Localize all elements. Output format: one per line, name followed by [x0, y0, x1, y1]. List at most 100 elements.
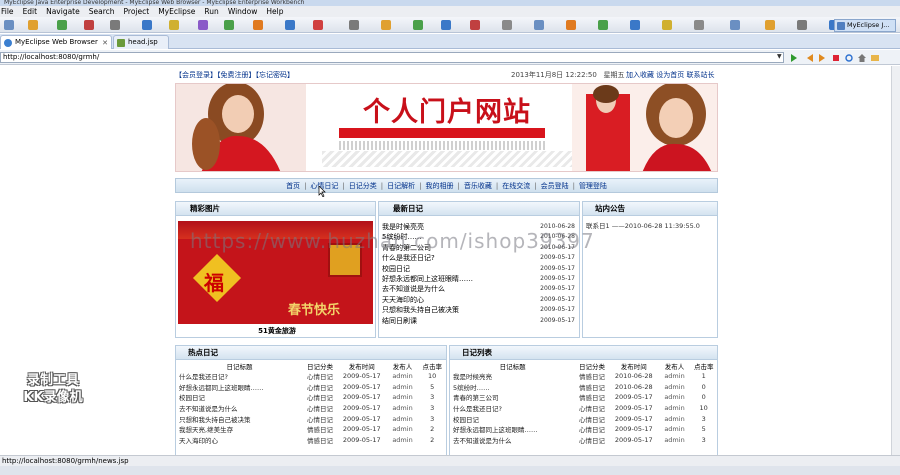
diary-title-cell[interactable]: 我想天亮,继美生存 [176, 424, 303, 435]
toolbar-button-icon[interactable] [694, 20, 705, 30]
list-item[interactable]: 去不知道说是为什么 2009-05-17 [379, 284, 579, 294]
toolbar-button-icon[interactable] [252, 20, 263, 30]
menu-navigate[interactable]: Navigate [46, 6, 80, 17]
menu-run[interactable]: Run [204, 6, 218, 17]
account-links[interactable]: 【会员登录】【免费注册】【忘记密码】 [175, 68, 294, 82]
go-icon[interactable] [790, 54, 798, 62]
favorite-links[interactable]: 加入收藏 设为首页 联系站长 [626, 68, 714, 82]
table-row[interactable]: 青春的第三公司 情感日记 2009-05-17 admin 0 [450, 392, 717, 403]
toolbar-button-icon[interactable] [797, 20, 808, 30]
nav-item[interactable]: 日记解析 [383, 181, 419, 191]
diary-title[interactable]: 天天海印的心 [382, 296, 424, 304]
tab-web-browser[interactable]: MyEclipse Web Browser ✕ [0, 35, 112, 49]
toolbar-button-icon[interactable] [630, 20, 641, 30]
nav-item[interactable]: 日记分类 [345, 181, 381, 191]
diary-title[interactable]: 好想永远都同上这班眼睛…… [382, 275, 473, 283]
nav-item[interactable]: 我的相册 [422, 181, 458, 191]
home-icon[interactable] [858, 54, 866, 62]
chevron-down-icon[interactable]: ▼ [777, 53, 782, 60]
table-row[interactable]: 我想天亮,继美生存 情感日记 2009-05-17 admin 2 [176, 424, 446, 435]
menu-window[interactable]: Window [228, 6, 258, 17]
diary-title-cell[interactable]: 我是时候亮亮 [450, 371, 575, 382]
list-item[interactable]: 只想和我头持自己被决策 2009-05-17 [379, 305, 579, 315]
menu-edit[interactable]: Edit [23, 6, 38, 17]
menu-help[interactable]: Help [266, 6, 283, 17]
toolbar-button-icon[interactable] [348, 20, 359, 30]
diary-title[interactable]: 只想和我头持自己被决策 [382, 306, 459, 314]
diary-title-cell[interactable]: 校园日记 [176, 392, 303, 403]
list-item[interactable]: 天天海印的心 2009-05-17 [379, 295, 579, 305]
toolbar-button-icon[interactable] [380, 20, 391, 30]
diary-title-cell[interactable]: 去不知道说是为什么 [450, 435, 575, 446]
photo-caption[interactable]: 51黄金旅游 [176, 326, 378, 336]
diary-title-cell[interactable]: 只想和我头持自己被决策 [176, 413, 303, 424]
toolbar-button-icon[interactable] [729, 20, 740, 30]
url-input[interactable]: http://localhost:8080/grmh/ [0, 52, 784, 63]
table-row[interactable]: 只想和我头持自己被决策 心情日记 2009-05-17 admin 3 [176, 413, 446, 424]
perspective-switcher[interactable]: MyEclipse J... [834, 19, 896, 32]
toolbar-button-icon[interactable] [110, 20, 121, 30]
page-scrollbar[interactable] [891, 66, 900, 455]
close-icon[interactable]: ✕ [102, 37, 108, 50]
table-row[interactable]: 好想永远都同上这班眼睛…… 心情日记 2009-05-17 admin 5 [176, 382, 446, 393]
notice-text[interactable]: 联系日1 ——2010-06-28 11:39:55.0 [583, 216, 717, 234]
toolbar-button-icon[interactable] [534, 20, 544, 30]
toolbar-button-icon[interactable] [598, 20, 609, 30]
table-row[interactable]: 去不知道说是为什么 心情日记 2009-05-17 admin 3 [176, 403, 446, 414]
list-item[interactable]: 校园日记 2009-05-17 [379, 264, 579, 274]
table-row[interactable]: 校园日记 心情日记 2009-05-17 admin 3 [176, 392, 446, 403]
table-row[interactable]: 天入海印的心 情感日记 2009-05-17 admin 2 [176, 435, 446, 446]
nav-item[interactable]: 在线交流 [498, 181, 534, 191]
list-item[interactable]: 什么是我还日记? 2009-05-17 [379, 253, 579, 263]
nav-item[interactable]: 会员登陆 [537, 181, 573, 191]
toolbar-button-icon[interactable] [412, 20, 423, 30]
refresh-icon[interactable] [845, 54, 853, 62]
diary-title[interactable]: 校园日记 [382, 265, 410, 273]
toolbar-button-icon[interactable] [469, 20, 480, 30]
toolbar-button-icon[interactable] [56, 20, 67, 30]
diary-title-cell[interactable]: 青春的第三公司 [450, 392, 575, 403]
table-row[interactable]: 什么是我还日记? 心情日记 2009-05-17 admin 10 [450, 403, 717, 414]
diary-title[interactable]: 什么是我还日记? [382, 254, 435, 262]
table-row[interactable]: 5缤纷时…… 情感日记 2010-06-28 admin 0 [450, 382, 717, 393]
toolbar-button-icon[interactable] [142, 20, 153, 30]
diary-title-cell[interactable]: 什么是我还日记? [450, 403, 575, 414]
toolbar-button-icon[interactable] [662, 20, 673, 30]
list-item[interactable]: 结同日刷课 2009-05-17 [379, 316, 579, 326]
menu-myeclipse[interactable]: MyEclipse [158, 6, 195, 17]
toolbar-button-icon[interactable] [441, 20, 452, 30]
stop-icon[interactable] [832, 54, 840, 62]
diary-title-cell[interactable]: 什么是我还日记? [176, 371, 303, 382]
nav-item[interactable]: 管理登陆 [575, 181, 611, 191]
toolbar-button-icon[interactable] [3, 20, 14, 30]
table-row[interactable]: 我是时候亮亮 情感日记 2010-06-28 admin 1 [450, 371, 717, 382]
toolbar-button-icon[interactable] [284, 20, 295, 30]
menu-project[interactable]: Project [124, 6, 150, 17]
toolbar-button-icon[interactable] [28, 20, 39, 30]
list-item[interactable]: 好想永远都同上这班眼睛…… 2009-05-17 [379, 274, 579, 284]
toolbar-button-icon[interactable] [224, 20, 235, 30]
tab-head-jsp[interactable]: head.jsp [113, 35, 169, 49]
back-icon[interactable] [806, 54, 814, 62]
toolbar-button-icon[interactable] [501, 20, 512, 30]
diary-title-cell[interactable]: 校园日记 [450, 413, 575, 424]
toolbar-button-icon[interactable] [313, 20, 324, 30]
table-row[interactable]: 校园日记 心情日记 2009-05-17 admin 3 [450, 413, 717, 424]
diary-title[interactable]: 结同日刷课 [382, 317, 417, 325]
nav-item[interactable]: 音乐收藏 [460, 181, 496, 191]
diary-title-cell[interactable]: 好想永远都同上这班眼睛…… [450, 424, 575, 435]
diary-title[interactable]: 去不知道说是为什么 [382, 285, 445, 293]
diary-title-cell[interactable]: 天入海印的心 [176, 435, 303, 446]
table-row[interactable]: 好想永远都同上这班眼睛…… 心情日记 2009-05-17 admin 5 [450, 424, 717, 435]
forward-icon[interactable] [818, 54, 826, 62]
menu-search[interactable]: Search [89, 6, 115, 17]
menu-file[interactable]: File [1, 6, 14, 17]
external-browser-icon[interactable] [871, 54, 879, 62]
table-row[interactable]: 去不知道说是为什么 心情日记 2009-05-17 admin 3 [450, 435, 717, 446]
toolbar-button-icon[interactable] [83, 20, 94, 30]
diary-title-cell[interactable]: 5缤纷时…… [450, 382, 575, 393]
toolbar-button-icon[interactable] [566, 20, 577, 30]
diary-title-cell[interactable]: 去不知道说是为什么 [176, 403, 303, 414]
toolbar-button-icon[interactable] [197, 20, 208, 30]
toolbar-button-icon[interactable] [169, 20, 180, 30]
